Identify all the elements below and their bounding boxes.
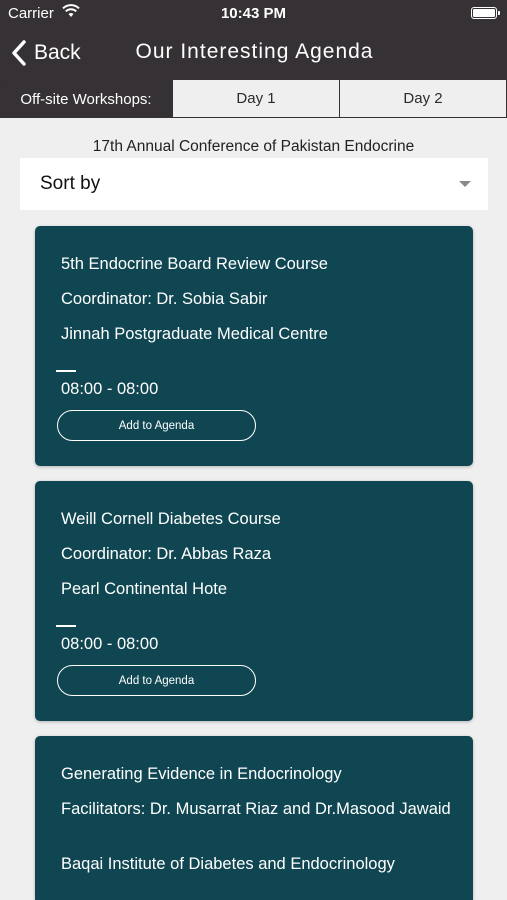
- divider: [56, 370, 76, 372]
- add-to-agenda-button[interactable]: Add to Agenda: [57, 410, 256, 441]
- workshop-title: Weill Cornell Diabetes Course: [61, 510, 281, 528]
- workshop-time: 08:00 - 08:00: [61, 635, 159, 653]
- page-title: Our Interesting Agenda: [135, 40, 374, 63]
- caret-down-icon: [459, 181, 471, 187]
- workshop-card: Generating Evidence in Endocrinology Fac…: [35, 736, 473, 900]
- workshop-coordinator: Coordinator: Dr. Abbas Raza: [61, 545, 272, 563]
- day-tabs: Off-site Workshops: Day 1 Day 2: [0, 80, 507, 118]
- conference-title: 17th Annual Conference of Pakistan Endoc…: [92, 138, 415, 155]
- divider: [56, 625, 76, 627]
- sort-dropdown[interactable]: Sort by: [20, 158, 488, 210]
- workshop-coordinator: Coordinator: Dr. Sobia Sabir: [61, 290, 268, 308]
- workshop-venue: Jinnah Postgraduate Medical Centre: [61, 325, 328, 343]
- add-to-agenda-button[interactable]: Add to Agenda: [57, 665, 256, 696]
- tab-day-2[interactable]: Day 2: [340, 80, 507, 118]
- workshop-venue: Pearl Continental Hote: [61, 580, 228, 598]
- clock: 10:43 PM: [220, 5, 287, 22]
- workshop-card: Weill Cornell Diabetes Course Coordinato…: [35, 481, 473, 721]
- tab-day-1[interactable]: Day 1: [172, 80, 340, 118]
- battery-icon: [471, 7, 500, 19]
- workshop-title: Generating Evidence in Endocrinology: [61, 765, 342, 783]
- workshop-time: 08:00 - 08:00: [61, 380, 159, 398]
- tabs-label: Off-site Workshops:: [0, 80, 172, 118]
- navigation-bar: Back Our Interesting Agenda: [0, 28, 507, 80]
- workshop-title: 5th Endocrine Board Review Course: [61, 255, 328, 273]
- status-bar: Carrier 10:43 PM: [0, 0, 507, 28]
- workshop-facilitators: Facilitators: Dr. Musarrat Riaz and Dr.M…: [61, 800, 451, 818]
- workshop-venue: Baqai Institute of Diabetes and Endocrin…: [61, 855, 395, 873]
- workshop-card: 5th Endocrine Board Review Course Coordi…: [35, 226, 473, 466]
- sort-label: Sort by: [40, 173, 101, 194]
